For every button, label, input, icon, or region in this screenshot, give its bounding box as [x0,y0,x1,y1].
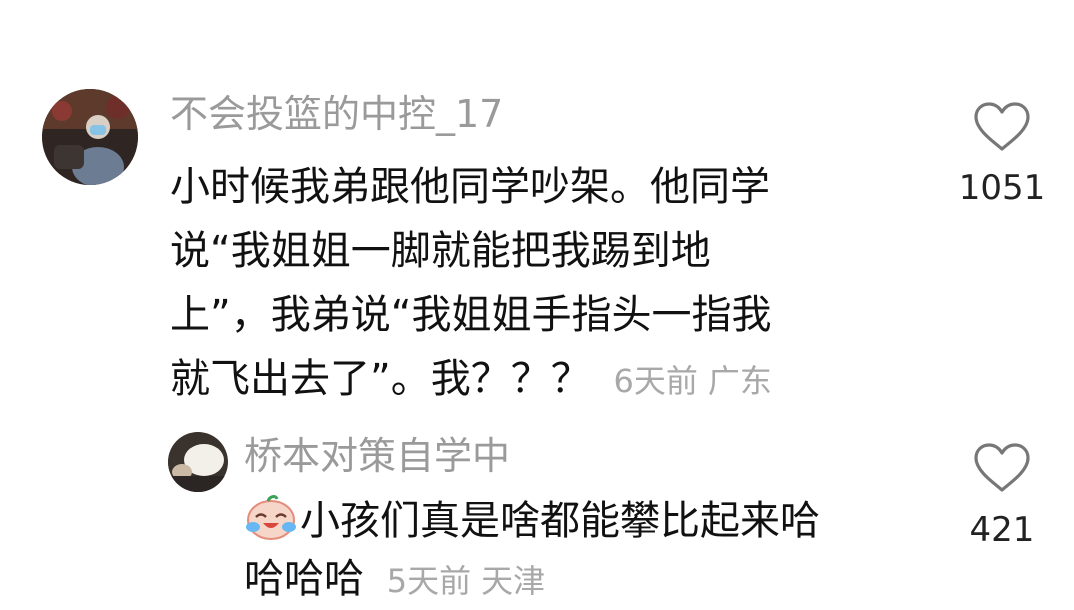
username[interactable]: 不会投篮的中控_17 [170,92,503,136]
timestamp: 5天前 [386,562,472,600]
avatar[interactable] [168,432,228,492]
comment-line: 小孩们真是啥都能攀比起来哈 [300,498,820,544]
comment-last-line: 哈哈哈 5天前 天津 [244,550,904,610]
like-count: 1051 [958,168,1046,208]
comment-line: 上”，我弟说“我姐姐手指头一指我 [170,292,772,338]
comment-first-line: 小孩们真是啥都能攀比起来哈 [244,492,904,550]
like-count: 421 [969,510,1035,550]
comment-line: 说“我姐姐一脚就能把我踢到地 [170,228,711,274]
comment-last-line: 就飞出去了”。我？？？ 6天前 广东 [170,347,910,413]
avatar[interactable] [42,89,138,185]
username[interactable]: 桥本对策自学中 [244,434,510,478]
like-button[interactable] [973,442,1031,494]
comment-text: 小时候我弟跟他同学吵架。他同学 说“我姐姐一脚就能把我踢到地 上”，我弟说“我姐… [170,155,910,413]
location: 广东 [707,362,772,400]
laughing-crying-emoji [246,495,296,540]
like-button[interactable] [973,101,1031,153]
comment-meta: 6天前 广东 [613,362,771,400]
comment-text: 小孩们真是啥都能攀比起来哈 哈哈哈 5天前 天津 [244,492,904,610]
heart-outline-icon [974,102,1030,151]
timestamp: 6天前 [613,362,698,400]
location: 天津 [481,562,546,600]
heart-outline-icon [974,443,1030,492]
comment-line: 小时候我弟跟他同学吵架。他同学 [170,164,770,210]
avatar-photo-icon [168,432,228,492]
comment-line: 就飞出去了”。我？？？ [170,356,591,402]
comment-meta: 5天前 天津 [387,562,545,600]
avatar-photo-icon [42,89,138,185]
comment-line: 哈哈哈 [244,556,364,602]
